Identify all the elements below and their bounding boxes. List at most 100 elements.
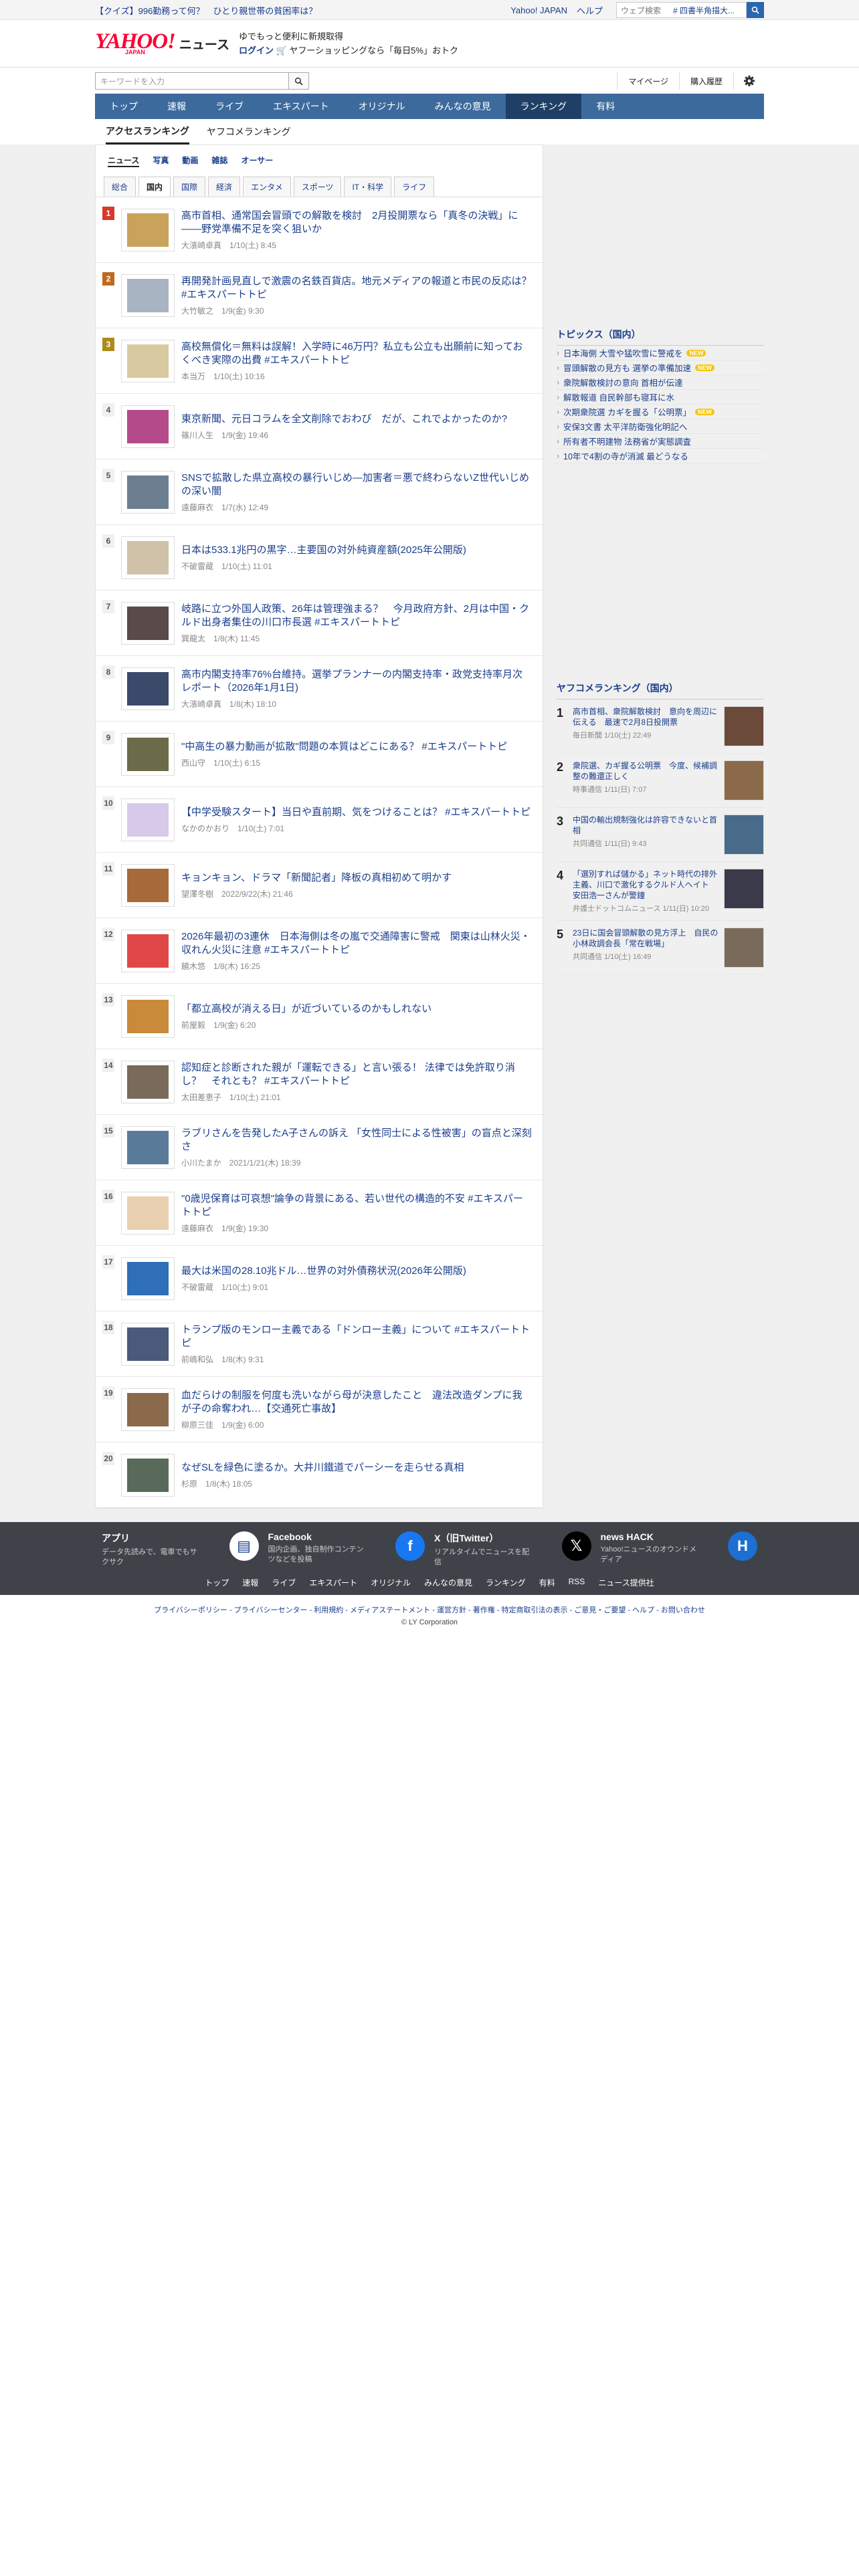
genre-tab[interactable]: エンタメ xyxy=(243,177,291,197)
article-thumbnail[interactable] xyxy=(121,994,175,1038)
category-magazine[interactable]: 雑誌 xyxy=(211,154,227,167)
genre-tab[interactable]: 経済 xyxy=(208,177,241,197)
comment-ranking-title[interactable]: 高市首相、衆院解散検討 意向を周辺に伝える 最速で2月8日投開票 xyxy=(573,706,720,728)
help-link[interactable]: ヘルプ xyxy=(577,4,603,17)
category-author[interactable]: オーサー xyxy=(241,154,273,167)
article-title[interactable]: 血だらけの制服を何度も洗いながら母が決意したこと 違法改造ダンプに我が子の命奪わ… xyxy=(181,1389,532,1416)
article-item[interactable]: 10 【中学受験スタート】当日や直前期、気をつけることは？ #エキスパートトピ なか… xyxy=(96,787,543,853)
topic-item[interactable]: › 日本海側 大雪や猛吹雪に警戒を NEW xyxy=(557,346,764,360)
comment-ranking-title[interactable]: 中国の輸出規制強化は許容できないと首相 xyxy=(573,815,720,836)
article-thumbnail[interactable] xyxy=(121,405,175,448)
article-title[interactable]: 高市首相、通常国会冒頭での解散を検討 2月投開票なら「真冬の決戦」に――野党準備… xyxy=(181,209,532,236)
promo-link[interactable]: 【クイズ】996勤務って何？ ひとり親世帯の貧困率は？ xyxy=(95,4,510,17)
article-item[interactable]: 5 SNSで拡散した県立高校の暴行いじめ―加害者＝悪で終わらないZ世代いじめの深い… xyxy=(96,459,543,525)
article-thumbnail[interactable] xyxy=(121,536,175,579)
gnav-item[interactable]: ライブ xyxy=(201,94,258,119)
comment-ranking-title[interactable]: 「選別すれば儲かる」ネット時代の排外主義、川口で激化するクルド人ヘイト 安田浩一… xyxy=(573,869,720,901)
article-item[interactable]: 9 "中高生の暴力動画が拡散"問題の本質はどこにある？ #エキスパートトピ 西山守 … xyxy=(96,722,543,787)
tab-yahoo-comment-ranking[interactable]: ヤフコメランキング xyxy=(207,119,291,144)
comment-ranking-item[interactable]: 3 中国の輸出規制強化は許容できないと首相 共同通信 1/11(日) 9:43 xyxy=(557,808,764,862)
article-item[interactable]: 18 トランプ版のモンロー主義である「ドンロー主義」について #エキスパートトピ前… xyxy=(96,1311,543,1377)
topic-item[interactable]: › 次期衆院選 カギを握る「公明票」 NEW xyxy=(557,405,764,419)
article-thumbnail[interactable] xyxy=(121,863,175,907)
topic-item[interactable]: › 解散報道 自民幹部も寝耳に水 xyxy=(557,390,764,405)
article-thumbnail[interactable] xyxy=(121,667,175,710)
article-item[interactable]: 8 高市内閣支持率76%台維持。選挙プランナーの内閣支持率・政党支持率月次レポート… xyxy=(96,656,543,722)
article-title[interactable]: 日本は533.1兆円の黒字…主要国の対外純資産額(2025年公開版) xyxy=(181,544,532,557)
footer-link[interactable]: トップ xyxy=(205,1577,229,1588)
genre-tab[interactable]: 国際 xyxy=(173,177,206,197)
topic-text[interactable]: 衆院解散検討の意向 首相が伝達 xyxy=(563,376,682,389)
article-title[interactable]: 高市内閣支持率76%台維持。選挙プランナーの内閣支持率・政党支持率月次レポート（… xyxy=(181,668,532,695)
comment-ranking-title[interactable]: 23日に国会冒頭解散の見方浮上 自民の小林政調会長「常在戦場」 xyxy=(573,928,720,949)
article-thumbnail[interactable] xyxy=(121,274,175,317)
article-title[interactable]: トランプ版のモンロー主義である「ドンロー主義」について #エキスパートトピ xyxy=(181,1323,532,1350)
article-item[interactable]: 19 血だらけの制服を何度も洗いながら母が決意したこと 違法改造ダンプに我が子の命… xyxy=(96,1377,543,1442)
purchase-history-link[interactable]: 購入履歴 xyxy=(678,72,733,90)
article-thumbnail[interactable] xyxy=(121,1388,175,1431)
category-news[interactable]: ニュース xyxy=(108,154,140,167)
category-photo[interactable]: 写真 xyxy=(153,154,169,167)
gnav-item[interactable]: オリジナル xyxy=(344,94,420,119)
genre-tab[interactable]: IT・科学 xyxy=(344,177,392,197)
article-title[interactable]: 「都立高校が消える日」が近づいているのかもしれない xyxy=(181,1002,532,1016)
article-title[interactable]: 認知症と診断された親が「運転できる」と言い張る！ 法律では免許取り消し？ それと… xyxy=(181,1061,532,1088)
topic-text[interactable]: 次期衆院選 カギを握る「公明票」 xyxy=(563,405,691,418)
article-title[interactable]: "0歳児保育は可哀想"論争の背景にある、若い世代の構造的不安 #エキスパートトピ xyxy=(181,1192,532,1219)
footer-link[interactable]: ライブ xyxy=(272,1577,296,1588)
genre-tab[interactable]: 国内 xyxy=(138,177,171,197)
topic-item[interactable]: › 所有者不明建物 法務省が実態調査 xyxy=(557,434,764,449)
article-item[interactable]: 20 なぜSLを緑色に塗るか。大井川鐵道でパーシーを走らせる真相 杉原 1/8(木)… xyxy=(96,1442,543,1508)
article-thumbnail[interactable] xyxy=(121,1322,175,1366)
gnav-item[interactable]: 有料 xyxy=(581,94,630,119)
footer-link[interactable]: みんなの意見 xyxy=(424,1577,472,1588)
footer-link[interactable]: 有料 xyxy=(539,1577,555,1588)
footer-link[interactable]: ランキング xyxy=(486,1577,526,1588)
comment-ranking-image[interactable] xyxy=(724,706,764,746)
genre-tab[interactable]: スポーツ xyxy=(293,177,342,197)
category-video[interactable]: 動画 xyxy=(182,154,198,167)
footer-link[interactable]: 速報 xyxy=(242,1577,258,1588)
comment-ranking-image[interactable] xyxy=(724,760,764,800)
legal-links[interactable]: プライバシーポリシー - プライバシーセンター - 利用規約 - メディアステー… xyxy=(0,1604,859,1616)
article-title[interactable]: SNSで拡散した県立高校の暴行いじめ―加害者＝悪で終わらないZ世代いじめの深い闇 xyxy=(181,471,532,498)
topic-text[interactable]: 冒頭解散の見方も 選挙の準備加速 xyxy=(563,361,691,374)
comment-ranking-item[interactable]: 2 衆院選、カギ握る公明票 今度、候補調整の難還正しく 時事通信 1/11(日) 7… xyxy=(557,754,764,808)
topic-item[interactable]: › 10年で4割の寺が消滅 最どうなる xyxy=(557,449,764,463)
article-title[interactable]: 東京新聞、元日コラムを全文削除でおわび だが、これでよかったのか? xyxy=(181,413,532,426)
footer-link[interactable]: RSS xyxy=(569,1577,585,1588)
gnav-item[interactable]: ランキング xyxy=(505,94,582,119)
article-thumbnail[interactable] xyxy=(121,1125,175,1169)
topic-text[interactable]: 解散報道 自民幹部も寝耳に水 xyxy=(563,391,674,403)
article-thumbnail[interactable] xyxy=(121,601,175,645)
footer-link[interactable]: オリジナル xyxy=(371,1577,411,1588)
topic-text[interactable]: 10年で4割の寺が消滅 最どうなる xyxy=(563,449,688,462)
article-thumbnail[interactable] xyxy=(121,339,175,383)
genre-tab[interactable]: 総合 xyxy=(104,177,136,197)
article-thumbnail[interactable] xyxy=(121,929,175,972)
article-item[interactable]: 11 キョンキョン、ドラマ「新聞記者」降板の真相初めて明かす 望澤冬樹 2022/9… xyxy=(96,853,543,918)
article-item[interactable]: 4 東京新聞、元日コラムを全文削除でおわび だが、これでよかったのか? 篠川人生 1… xyxy=(96,394,543,459)
topic-item[interactable]: › 冒頭解散の見方も 選挙の準備加速 NEW xyxy=(557,360,764,375)
footer-app-card[interactable]: アプリ データ先読みで、電車でもサクサク ▤ xyxy=(102,1531,259,1568)
article-thumbnail[interactable] xyxy=(121,208,175,251)
article-item[interactable]: 14 認知症と診断された親が「運転できる」と言い張る！ 法律では免許取り消し？ そ… xyxy=(96,1049,543,1115)
keyword-search-button[interactable] xyxy=(289,72,309,90)
topic-text[interactable]: 日本海側 大雪や猛吹雪に警戒を xyxy=(563,346,682,359)
comment-ranking-image[interactable] xyxy=(724,869,764,909)
web-search-button[interactable] xyxy=(747,2,764,18)
article-item[interactable]: 13 「都立高校が消える日」が近づいているのかもしれない 前屋毅 1/9(金) 6:… xyxy=(96,984,543,1049)
article-title[interactable]: キョンキョン、ドラマ「新聞記者」降板の真相初めて明かす xyxy=(181,871,532,885)
article-item[interactable]: 7 岐路に立つ外国人政策、26年は管理強まる？ 今月政府方針、2月は中国・クルド出… xyxy=(96,591,543,656)
keyword-input[interactable]: キーワードを入力 xyxy=(95,72,289,90)
article-item[interactable]: 12 2026年最初の3連休 日本海側は冬の嵐で交通障害に警戒 関東は山林火災・収… xyxy=(96,918,543,984)
article-thumbnail[interactable] xyxy=(121,1453,175,1497)
footer-app-card[interactable]: X（旧Twitter） リアルタイムでニュースを配信 𝕏 xyxy=(434,1531,591,1568)
article-thumbnail[interactable] xyxy=(121,798,175,841)
yahoo-news-logo[interactable]: YAHOO! JAPAN ニュース xyxy=(95,31,229,56)
article-item[interactable]: 17 最大は米国の28.10兆ドル…世界の対外債務状況(2026年公開版) 不破雷蔵… xyxy=(96,1246,543,1311)
article-thumbnail[interactable] xyxy=(121,1257,175,1300)
gnav-item[interactable]: みんなの意見 xyxy=(420,94,506,119)
web-search-input[interactable]: ウェブ検索 # 四書半角描大... xyxy=(616,2,747,18)
article-thumbnail[interactable] xyxy=(121,732,175,776)
